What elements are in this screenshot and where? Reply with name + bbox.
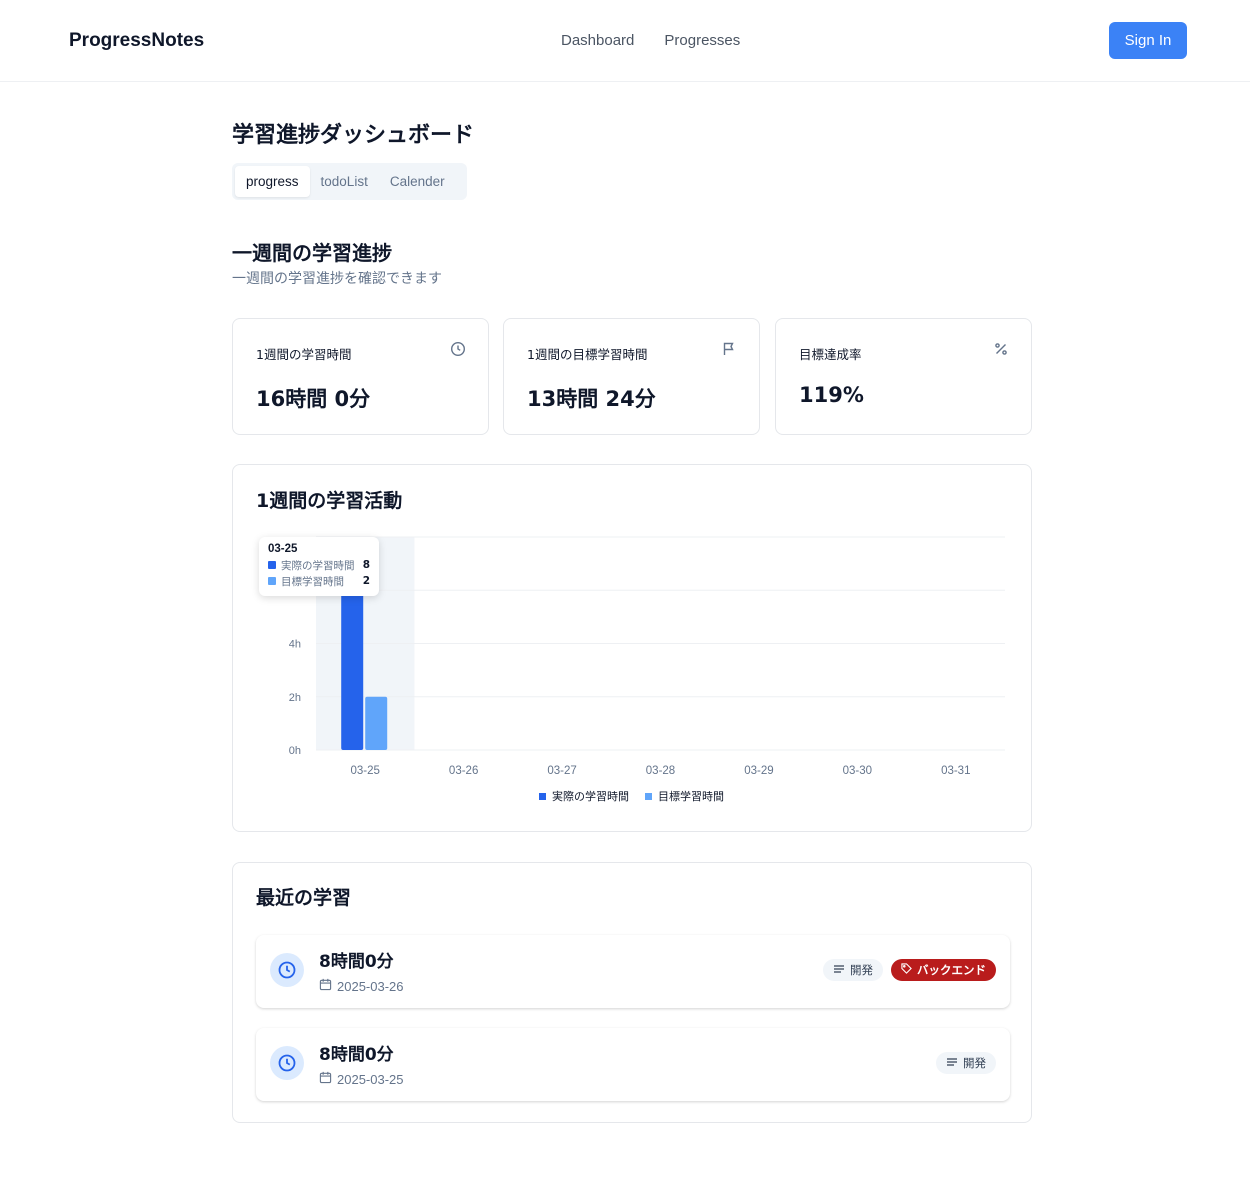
entry-date: 2025-03-26 [319, 978, 404, 994]
calendar-icon [319, 1071, 332, 1087]
stat-value: 16時間 0分 [256, 387, 371, 411]
stat-label: 1週間の目標学習時間 [527, 347, 648, 362]
entry-badges: 開発 バックエンド [823, 959, 996, 981]
stat-label: 1週間の学習時間 [256, 347, 352, 362]
tooltip-row-actual: 実際の学習時間 8 [268, 557, 370, 573]
recent-title: 最近の学習 [256, 887, 352, 909]
entry-date-text: 2025-03-25 [337, 1071, 404, 1087]
flag-icon [721, 341, 737, 357]
clock-icon [450, 341, 466, 357]
entry-date-text: 2025-03-26 [337, 978, 404, 994]
tooltip-value: 2 [362, 575, 370, 587]
tab-todolist[interactable]: todoList [310, 166, 379, 197]
calendar-icon [319, 978, 332, 994]
stat-card-target-time: 1週間の目標学習時間 13時間 24分 [503, 318, 760, 435]
tooltip-value: 8 [362, 559, 370, 571]
list-item[interactable]: 8時間0分 2025-03-26 開発 バックエンド [256, 935, 1010, 1008]
nav-dashboard[interactable]: Dashboard [561, 32, 634, 49]
tag-badge: バックエンド [891, 959, 996, 981]
tooltip-label: 実際の学習時間 [281, 559, 355, 572]
view-tabs: progress todoList Calender [232, 163, 467, 200]
clock-icon [270, 953, 304, 987]
entry-date: 2025-03-25 [319, 1071, 404, 1087]
stat-card-study-time: 1週間の学習時間 16時間 0分 [232, 318, 489, 435]
entry-duration: 8時間0分 [319, 1045, 394, 1065]
weekly-activity-card: 1週間の学習活動 [232, 464, 1032, 832]
stat-value: 119% [799, 383, 864, 407]
recent-study-card: 最近の学習 8時間0分 2025-03-26 開発 バックエンド 8時間0分 2… [232, 862, 1032, 1123]
tooltip-date: 03-25 [268, 543, 298, 555]
category-label: 開発 [850, 963, 873, 977]
stat-value: 13時間 24分 [527, 387, 656, 411]
category-badge: 開発 [936, 1052, 996, 1074]
sign-in-button[interactable]: Sign In [1109, 22, 1187, 59]
tooltip-row-target: 目標学習時間 2 [268, 573, 370, 589]
list-icon [946, 1056, 958, 1071]
chart-tooltip: 03-25 実際の学習時間 8 目標学習時間 2 [259, 537, 379, 596]
tag-label: バックエンド [917, 963, 986, 977]
tab-calender[interactable]: Calender [379, 166, 456, 197]
list-item[interactable]: 8時間0分 2025-03-25 開発 [256, 1028, 1010, 1101]
tab-progress[interactable]: progress [235, 166, 310, 197]
tooltip-label: 目標学習時間 [281, 575, 344, 588]
stat-card-achievement-rate: 目標達成率 119% [775, 318, 1032, 435]
entry-duration: 8時間0分 [319, 952, 394, 972]
top-navbar: ProgressNotes Dashboard Progresses Sign … [0, 0, 1250, 82]
page-title: 学習進捗ダッシュボード [232, 123, 475, 148]
list-icon [833, 963, 845, 978]
category-badge: 開発 [823, 959, 883, 981]
main-nav: Dashboard Progresses [561, 32, 740, 49]
tag-icon [901, 963, 912, 977]
percent-icon [993, 341, 1009, 357]
week-section-subtitle: 一週間の学習進捗を確認できます [232, 271, 442, 287]
category-label: 開発 [963, 1056, 986, 1070]
chart-title: 1週間の学習活動 [256, 490, 403, 512]
brand-logo[interactable]: ProgressNotes [69, 30, 204, 52]
nav-progresses[interactable]: Progresses [664, 32, 740, 49]
entry-badges: 開発 [936, 1052, 996, 1074]
week-section-title: 一週間の学習進捗 [232, 241, 392, 265]
clock-icon [270, 1046, 304, 1080]
legend-swatch [268, 577, 276, 585]
stat-label: 目標達成率 [799, 347, 862, 362]
legend-swatch [268, 561, 276, 569]
